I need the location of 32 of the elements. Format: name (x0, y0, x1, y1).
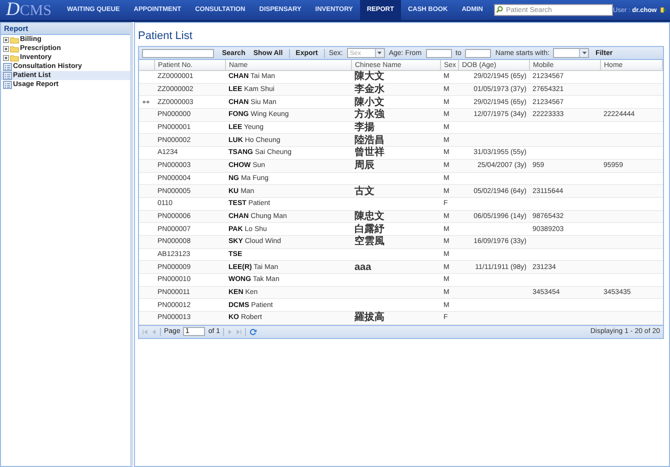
logo-mark: D (6, 0, 20, 18)
table-cell: 羅拔高 (354, 312, 384, 324)
table-cell: 白露紓 (354, 224, 384, 235)
table-cell: 周辰 (354, 160, 374, 172)
age-from-field[interactable] (426, 48, 452, 58)
table-cell: 曾世祥 (354, 147, 384, 158)
table-cell: 陳忠文 (354, 210, 384, 222)
table-cell: 李揚 (354, 122, 374, 134)
last-page-icon[interactable] (236, 328, 242, 335)
table-cell: 陳大文 (354, 71, 384, 82)
age-to-field[interactable] (465, 48, 492, 58)
next-page-icon[interactable] (227, 328, 234, 335)
expand-icon[interactable] (3, 54, 9, 60)
table-cell: 李金水 (354, 84, 384, 96)
table-cell: 方永強 (354, 109, 384, 120)
refresh-icon[interactable] (249, 328, 258, 336)
first-page-icon[interactable] (142, 328, 148, 335)
logout-icon[interactable] (660, 5, 666, 15)
table-cell: 陸浩昌 (354, 134, 384, 146)
table-cell: 空雲風 (354, 236, 384, 248)
expand-icon[interactable] (3, 46, 9, 52)
search-input[interactable] (142, 48, 214, 58)
expand-icon[interactable] (3, 36, 9, 42)
caret-icon (377, 51, 382, 55)
table-cell: 古文 (354, 186, 374, 197)
table-cell: aaa (354, 262, 372, 273)
page-title: Patient List (138, 29, 194, 44)
caret-icon (582, 51, 587, 55)
table-cell: 陳小文 (354, 96, 384, 108)
logo-text: CMS (20, 2, 52, 20)
name-starts-select[interactable] (553, 48, 590, 58)
previous-page-icon[interactable] (151, 328, 157, 335)
